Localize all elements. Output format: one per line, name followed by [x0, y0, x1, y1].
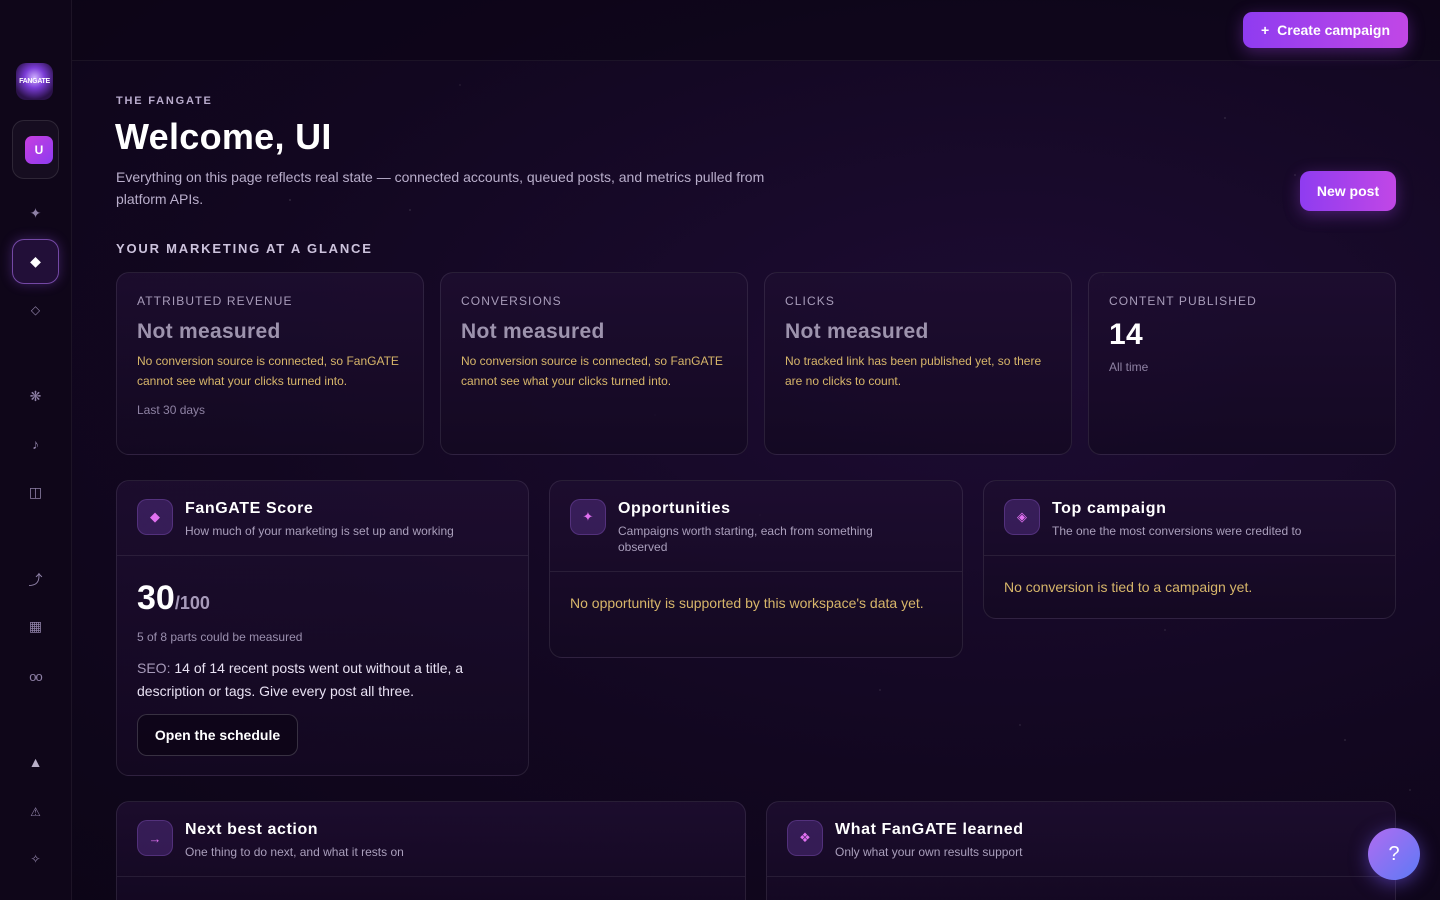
- plus-icon: +: [1260, 22, 1270, 38]
- page-title: Welcome, UI: [115, 116, 332, 157]
- sparkle-icon[interactable]: ✦: [12, 191, 59, 236]
- next-best-action-panel: → Next best action One thing to do next,…: [116, 801, 746, 900]
- fangate-score-panel: ◆ FanGATE Score How much of your marketi…: [116, 480, 529, 776]
- top-campaign-empty-note: No conversion is tied to a campaign yet.: [1004, 579, 1253, 595]
- help-button[interactable]: ?: [1368, 828, 1420, 880]
- arrow-right-icon: →: [137, 820, 173, 856]
- top-campaign-panel: ◈ Top campaign The one the most conversi…: [983, 480, 1396, 619]
- star-small-icon[interactable]: ✧: [12, 836, 59, 881]
- metric-note: No conversion source is connected, so Fa…: [137, 354, 399, 388]
- metric-label: CONTENT PUBLISHED: [1109, 294, 1257, 308]
- score-measured: 5 of 8 parts could be measured: [137, 630, 303, 644]
- user-switcher[interactable]: U: [12, 120, 59, 179]
- divider: [550, 571, 962, 572]
- panel-title: FanGATE Score: [185, 500, 314, 517]
- metric-label: CONVERSIONS: [461, 294, 562, 308]
- diamond-icon[interactable]: ◆: [12, 239, 59, 284]
- opportunities-panel: ✦ Opportunities Campaigns worth starting…: [549, 480, 963, 658]
- metric-note: No tracked link has been published yet, …: [785, 354, 1042, 388]
- learned-panel: ❖ What FanGATE learned Only what your ow…: [766, 801, 1396, 900]
- glance-section-label: YOUR MARKETING AT A GLANCE: [116, 241, 373, 256]
- columns-icon[interactable]: ◫: [12, 470, 59, 515]
- music-note-icon[interactable]: ♪: [12, 421, 59, 466]
- metric-period: All time: [1109, 360, 1149, 374]
- panel-title: Next best action: [185, 821, 319, 838]
- open-schedule-button[interactable]: Open the schedule: [137, 714, 298, 756]
- sparkle-icon: ✦: [570, 499, 606, 535]
- opportunities-empty-note: No opportunity is supported by this work…: [570, 595, 924, 611]
- insight-icon: ❖: [787, 820, 823, 856]
- asterisk-icon[interactable]: ❋: [12, 374, 59, 419]
- metric-value: Not measured: [461, 320, 605, 343]
- target-diamond-icon: ◈: [1004, 499, 1040, 535]
- diamond-outline-icon[interactable]: ◇: [12, 287, 59, 332]
- create-campaign-label: Create campaign: [1277, 22, 1390, 38]
- metric-card-content-published: CONTENT PUBLISHED 14 All time: [1088, 272, 1396, 455]
- topbar: [72, 0, 1440, 61]
- score-seo-text: SEO: 14 of 14 recent posts went out with…: [137, 657, 507, 703]
- panel-title: What FanGATE learned: [835, 821, 1024, 838]
- metric-card-conversions: CONVERSIONS Not measured No conversion s…: [440, 272, 748, 455]
- divider: [767, 876, 1395, 877]
- triangle-icon[interactable]: ▲: [12, 739, 59, 784]
- seo-key: SEO:: [137, 660, 171, 676]
- score-value: 30/100: [137, 579, 210, 618]
- panel-subtitle: One thing to do next, and what it rests …: [185, 845, 404, 859]
- divider: [117, 876, 745, 877]
- app-logo[interactable]: FANGATE: [16, 63, 53, 100]
- metric-value: Not measured: [785, 320, 929, 343]
- panel-title: Opportunities: [618, 500, 731, 517]
- score-number: 30: [137, 579, 175, 617]
- panel-subtitle: The one the most conversions were credit…: [1052, 524, 1302, 538]
- panel-subtitle: Only what your own results support: [835, 845, 1023, 859]
- seo-text: 14 of 14 recent posts went out without a…: [137, 660, 464, 699]
- new-post-button[interactable]: New post: [1300, 171, 1396, 211]
- avatar: U: [25, 136, 53, 164]
- metric-value: Not measured: [137, 320, 281, 343]
- page-subtitle: Everything on this page reflects real st…: [116, 169, 765, 207]
- infinity-icon[interactable]: oo: [12, 654, 59, 699]
- metric-card-clicks: CLICKS Not measured No tracked link has …: [764, 272, 1072, 455]
- diamond-icon: ◆: [137, 499, 173, 535]
- divider: [117, 555, 528, 556]
- logo-text: FANGATE: [19, 78, 50, 85]
- metric-label: ATTRIBUTED REVENUE: [137, 294, 293, 308]
- sidebar: FANGATE U ✦ ◆ ◇ ❋ ♪ ◫ ⤴ ▦ oo ▲ ⚠ ✧: [0, 0, 72, 900]
- score-max: /100: [174, 593, 210, 613]
- panel-subtitle: Campaigns worth starting, each from some…: [618, 524, 873, 554]
- metric-label: CLICKS: [785, 294, 835, 308]
- metric-card-attributed-revenue: ATTRIBUTED REVENUE Not measured No conve…: [116, 272, 424, 455]
- metric-period: Last 30 days: [137, 403, 206, 417]
- panel-title: Top campaign: [1052, 500, 1167, 517]
- warning-icon[interactable]: ⚠: [12, 789, 59, 834]
- metric-note: No conversion source is connected, so Fa…: [461, 354, 723, 388]
- calendar-icon[interactable]: ▦: [12, 604, 59, 649]
- route-icon[interactable]: ⤴: [12, 557, 59, 602]
- create-campaign-button[interactable]: + Create campaign: [1243, 12, 1408, 48]
- panel-subtitle: How much of your marketing is set up and…: [185, 524, 454, 538]
- divider: [984, 555, 1395, 556]
- page-eyebrow: THE FANGATE: [116, 95, 213, 107]
- metric-value: 14: [1109, 318, 1143, 351]
